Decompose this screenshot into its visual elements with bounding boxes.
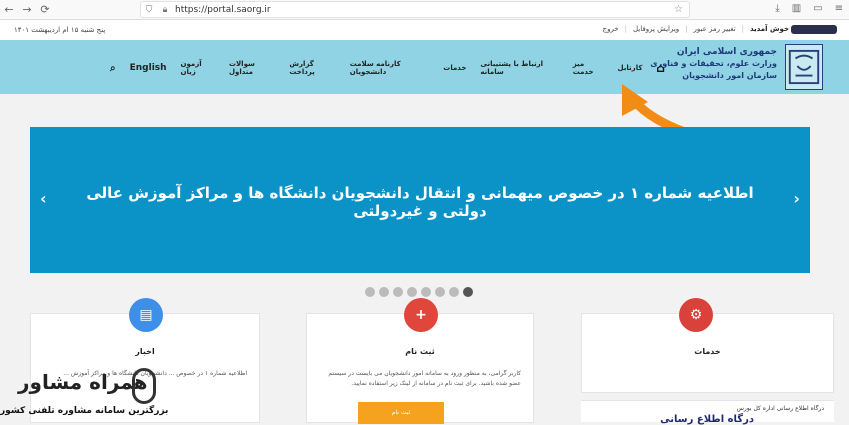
link-separator: | [624, 25, 627, 33]
add-user-icon: + [404, 298, 438, 332]
slider-dots [365, 287, 473, 297]
english-link[interactable]: English [130, 63, 167, 73]
menu-item-payment-report[interactable]: گزارش پرداخت [289, 60, 335, 76]
forward-icon[interactable]: → [18, 3, 36, 16]
change-password-link[interactable]: تغییر رمز عبور [694, 25, 736, 33]
signup-button[interactable]: ثبت نام [358, 402, 444, 424]
lock-icon: 🔒︎ [162, 4, 168, 15]
edit-profile-link[interactable]: ویرایش پروفایل [633, 25, 679, 33]
slider-dot[interactable] [435, 287, 445, 297]
org-line-2: وزارت علوم، تحقیقات و فناوری [650, 59, 777, 68]
services-sub-title[interactable]: درگاه اطلاع رسانی [660, 414, 754, 425]
reload-icon[interactable]: ⟳ [36, 3, 54, 16]
announcement-slider[interactable]: ‹ اطلاعیه شماره ۱ در خصوص میهمانی و انتق… [30, 127, 810, 273]
address-bar[interactable]: ⛉ 🔒︎ https://portal.saorg.ir ☆ [140, 1, 690, 18]
library-icon[interactable]: ▥ [792, 3, 801, 14]
services-sub-card: درگاه اطلاع رسانی اداره کل بورس درگاه اط… [581, 400, 834, 425]
welcome-text: خوش آمدید [750, 25, 789, 33]
home-icon[interactable]: ⌂ [656, 61, 665, 75]
link-separator: | [741, 25, 745, 33]
shield-icon: ⛉ [145, 4, 153, 15]
watermark-brand: همراه مشاور [18, 370, 148, 394]
link-separator: | [685, 25, 688, 33]
slider-dot[interactable] [407, 287, 417, 297]
gear-icon: ⚙ [679, 298, 713, 332]
top-strip: پنج شنبه ۱۵ ام اردیبهشت ۱۴۰۱ خوش آمدید |… [0, 20, 849, 40]
signup-title: ثبت نام [405, 347, 435, 356]
watermark-subtitle: بزرگترین سامانه مشاوره تلفنی کشور [0, 406, 169, 416]
chevron-right-icon[interactable]: › [793, 189, 800, 208]
watermark-logo [132, 368, 156, 404]
slider-title[interactable]: اطلاعیه شماره ۱ در خصوص میهمانی و انتقال… [70, 184, 770, 220]
services-sub-text: درگاه اطلاع رسانی اداره کل بورس [736, 405, 824, 412]
org-line-1: جمهوری اسلامی ایران [676, 47, 777, 57]
menu-item-services[interactable]: خدمات [443, 64, 466, 72]
news-title: اخبار [135, 347, 155, 356]
organization-name: جمهوری اسلامی ایران وزارت علوم، تحقیقات … [650, 46, 777, 82]
username-redacted [791, 25, 837, 34]
download-icon[interactable]: ⤓ [775, 3, 779, 14]
slider-dot[interactable] [393, 287, 403, 297]
menu-item-service-desk[interactable]: میز خدمت [573, 60, 604, 76]
main-menu: ⌂ کارتابل میز خدمت ارتباط با پشتیبانی سا… [110, 60, 665, 76]
bookmark-star-icon[interactable]: ☆ [674, 4, 683, 15]
slider-dot[interactable] [449, 287, 459, 297]
menu-item-faq[interactable]: سوالات متداول [229, 60, 275, 76]
signup-card: + ثبت نام کاربر گرامی، به منظور ورود به … [306, 298, 534, 424]
date-text: پنج شنبه ۱۵ ام اردیبهشت ۱۴۰۱ [14, 26, 106, 34]
menu-item-cartable[interactable]: کارتابل [618, 64, 643, 72]
browser-toolbar: ← → ⟳ ⛉ 🔒︎ https://portal.saorg.ir ☆ ⤓ ▥… [0, 0, 849, 20]
signup-text: کاربر گرامی، به منظور ورود به سامانه امو… [328, 370, 521, 387]
sidebar-icon[interactable]: ▭ [813, 3, 822, 14]
slider-dot-active[interactable] [463, 287, 473, 297]
menu-item-health-record[interactable]: کارنامه سلامت دانشجویان [350, 60, 430, 76]
slider-dot[interactable] [421, 287, 431, 297]
back-icon[interactable]: ← [0, 3, 18, 16]
services-card: ⚙ خدمات [581, 298, 834, 393]
url-text[interactable]: https://portal.saorg.ir [175, 5, 271, 15]
menu-item-support[interactable]: ارتباط با پشتیبانی سامانه [480, 60, 558, 76]
news-icon: ▤ [129, 298, 163, 332]
menu-icon[interactable]: ≡ [835, 3, 843, 14]
chevron-left-icon[interactable]: ‹ [40, 189, 47, 208]
user-links: خوش آمدید | تغییر رمز عبور | ویرایش پروف… [603, 25, 789, 33]
search-icon[interactable]: ⌕ [110, 63, 116, 74]
menu-item-language-test[interactable]: آزمون زبان [181, 60, 215, 76]
slider-dot[interactable] [379, 287, 389, 297]
watermark: همراه مشاور بزرگترین سامانه مشاوره تلفنی… [0, 366, 190, 422]
logout-link[interactable]: خروج [603, 25, 619, 33]
services-title: خدمات [694, 347, 721, 356]
slider-dot[interactable] [365, 287, 375, 297]
